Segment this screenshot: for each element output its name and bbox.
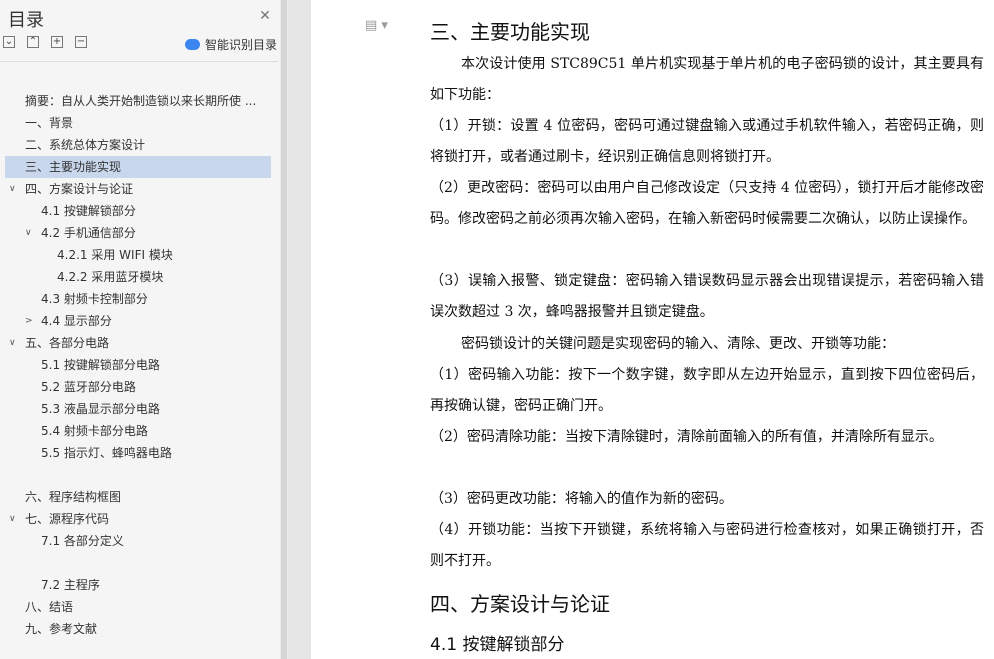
- divider: [0, 61, 278, 62]
- chevron-right-icon[interactable]: >: [25, 310, 33, 332]
- heading-section-3: 三、主要功能实现: [430, 20, 590, 44]
- toc-item[interactable]: ∨ 四、方案设计与论证: [5, 178, 271, 200]
- toc-item[interactable]: 7.2 主程序: [5, 574, 271, 596]
- toc-item[interactable]: 六、程序结构框图: [5, 486, 271, 508]
- toc-item[interactable]: 八、结语: [5, 596, 271, 618]
- paragraph: （3）误输入报警、锁定键盘：密码输入错误数码显示器会出现错误提示，若密码输入错误…: [430, 273, 984, 320]
- smart-toc-button[interactable]: 智能识别目录: [185, 36, 277, 53]
- smart-cloud-icon: [185, 39, 200, 50]
- paragraph: （2）更改密码：密码可以由用户自己修改设定（只支持 4 位密码），锁打开后才能修…: [430, 180, 984, 227]
- paragraph: （1）密码输入功能：按下一个数字键，数字即从左边开始显示，直到按下四位密码后，再…: [430, 367, 984, 414]
- chevron-down-icon[interactable]: ∨: [9, 178, 16, 200]
- paragraph: （1）开锁：设置 4 位密码，密码可通过键盘输入或通过手机软件输入，若密码正确，…: [430, 118, 984, 165]
- paragraph: （4）开锁功能：当按下开锁键，系统将输入与密码进行检查核对，如果正确锁打开，否则…: [430, 522, 984, 569]
- chevron-down-icon[interactable]: ∨: [9, 508, 16, 530]
- toc-item[interactable]: >4.4 显示部分: [5, 310, 271, 332]
- toc-item[interactable]: 7.1 各部分定义: [5, 530, 271, 552]
- toc-item[interactable]: 一、背景: [5, 112, 271, 134]
- toc-item[interactable]: 二、系统总体方案设计: [5, 134, 271, 156]
- paragraph: （2）密码清除功能：当按下清除键时，清除前面输入的所有值，并清除所有显示。: [430, 429, 943, 445]
- chevron-down-icon[interactable]: ∨: [25, 222, 32, 244]
- toc-title: 目录: [8, 10, 44, 31]
- toc-item[interactable]: ∨ 五、各部分电路: [5, 332, 271, 354]
- chevron-down-icon[interactable]: ∨: [9, 332, 16, 354]
- heading-section-4-1: 4.1 按键解锁部分: [430, 635, 565, 655]
- toc-item[interactable]: 5.5 指示灯、蜂鸣器电路: [5, 442, 271, 464]
- toc-item[interactable]: 5.3 液晶显示部分电路: [5, 398, 271, 420]
- toc-item[interactable]: 4.2.1 采用 WIFI 模块: [5, 244, 271, 266]
- toc-item[interactable]: 摘要：自从人类开始制造锁以来长期所使 ...: [5, 90, 271, 112]
- collapse-all-icon[interactable]: ⌄: [3, 36, 15, 48]
- paragraph: 密码锁设计的关键问题是实现密码的输入、清除、更改、开锁等功能：: [461, 336, 895, 352]
- paragraph: 本次设计使用 STC89C51 单片机实现基于单片机的电子密码锁的设计，其主要具…: [430, 56, 984, 103]
- paragraph: （3）密码更改功能：将输入的值作为新的密码。: [430, 491, 733, 507]
- toc-item[interactable]: ∨ 七、源程序代码: [5, 508, 271, 530]
- smart-toc-label: 智能识别目录: [205, 38, 278, 52]
- remove-icon[interactable]: −: [75, 36, 87, 48]
- toc-item[interactable]: 4.3 射频卡控制部分: [5, 288, 271, 310]
- document-icon[interactable]: ▤ ▾: [365, 18, 388, 33]
- close-icon[interactable]: ✕: [258, 8, 272, 24]
- scrollbar-thumb[interactable]: [281, 0, 287, 659]
- toc-item[interactable]: 5.4 射频卡部分电路: [5, 420, 271, 442]
- toc-item[interactable]: 4.2.2 采用蓝牙模块: [5, 266, 271, 288]
- expand-all-icon[interactable]: ⌃: [27, 36, 39, 48]
- toc-item[interactable]: 九、参考文献: [5, 618, 271, 640]
- toc-item[interactable]: 5.1 按键解锁部分电路: [5, 354, 271, 376]
- heading-section-4: 四、方案设计与论证: [430, 592, 610, 616]
- toc-item[interactable]: 5.2 蓝牙部分电路: [5, 376, 271, 398]
- toc-item[interactable]: ∨ 4.2 手机通信部分: [5, 222, 271, 244]
- add-icon[interactable]: +: [51, 36, 63, 48]
- toc-item-selected[interactable]: 三、主要功能实现: [5, 156, 271, 178]
- toc-scrollbar[interactable]: [280, 0, 288, 659]
- toc-item[interactable]: 4.1 按键解锁部分: [5, 200, 271, 222]
- toc-panel: 目录 ✕ ⌄ ⌃ + − 智能识别目录 摘要：自从人类开始制造锁以来长期所使 .…: [0, 0, 288, 659]
